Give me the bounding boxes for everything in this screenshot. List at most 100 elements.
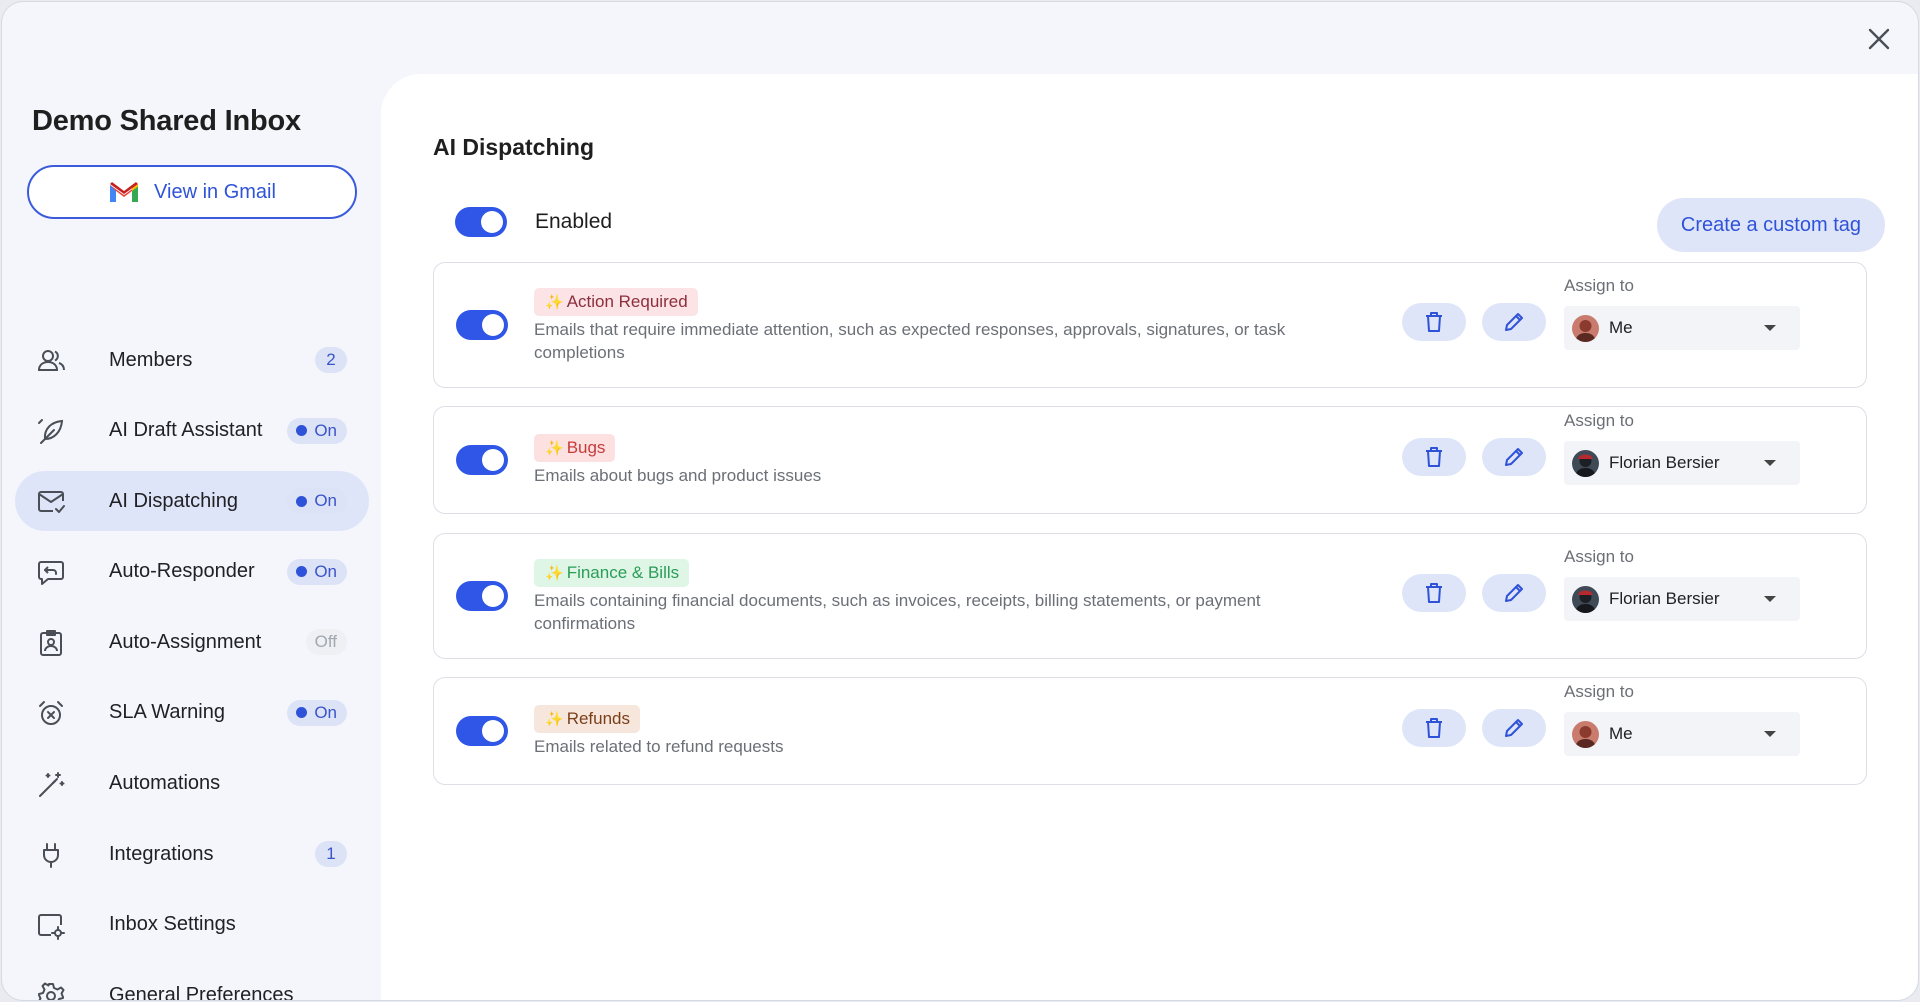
sidebar-item-sla-warning[interactable]: SLA Warning On [15,683,369,743]
edit-rule-button[interactable] [1482,438,1546,476]
assignee-dropdown[interactable]: Me [1564,712,1800,756]
sidebar-item-general-preferences[interactable]: General Preferences [15,965,369,1001]
assign-to-label: Assign to [1564,682,1634,701]
rule-toggle[interactable] [456,716,508,746]
status-badge: On [287,417,347,444]
sidebar-item-auto-responder[interactable]: Auto-Responder On [15,542,369,602]
assign-to-label: Assign to [1564,547,1634,566]
sidebar-item-label: Auto-Responder [109,560,255,583]
delete-rule-button[interactable] [1402,709,1466,747]
delete-rule-button[interactable] [1402,574,1466,612]
sidebar-item-integrations[interactable]: Integrations 1 [15,824,369,884]
chevron-down-icon [1764,460,1776,466]
sidebar-item-auto-assignment[interactable]: Auto-Assignment Off [15,612,369,672]
assignee-name: Florian Bersier [1609,589,1720,608]
create-custom-tag-button[interactable]: Create a custom tag [1656,198,1885,252]
view-in-gmail-label: View in Gmail [154,180,276,203]
tag-chip: ✨ Finance & Bills [534,559,690,587]
sidebar-item-ai-dispatching[interactable]: AI Dispatching On [15,471,369,532]
assignee-name: Florian Bersier [1609,453,1720,472]
trash-icon [1426,583,1442,603]
trash-icon [1426,447,1442,467]
view-in-gmail-button[interactable]: View in Gmail [27,165,357,219]
sidebar-item-label: Members [109,348,193,371]
enabled-label: Enabled [535,210,613,233]
magic-wand-icon [36,770,66,800]
rule-description: Emails related to refund requests [534,737,784,756]
close-icon [1868,28,1890,50]
sparkle-icon: ✨ [545,440,564,457]
page-title: AI Dispatching [433,134,595,160]
status-badge: On [287,699,347,726]
gear-icon [36,981,66,1000]
status-badge: On [287,488,347,515]
enabled-row: Enabled [455,207,612,237]
sidebar: Demo Shared Inbox View in Gmail Members … [2,2,380,1001]
sparkle-icon: ✨ [545,565,564,582]
trash-icon [1426,312,1442,332]
assign-to-label: Assign to [1564,411,1634,430]
reply-bubble-icon [36,558,66,588]
pencil-icon [1505,313,1523,331]
trash-icon [1426,718,1442,738]
mail-dispatch-icon [36,487,66,517]
close-button[interactable] [1862,22,1896,56]
pencil-icon [1505,448,1523,466]
assignee-dropdown[interactable]: Me [1564,306,1800,350]
edit-rule-button[interactable] [1482,574,1546,612]
tag-chip: ✨ Action Required [534,288,698,316]
assignee-name: Me [1609,724,1633,743]
count-badge: 2 [315,347,347,373]
sidebar-item-label: General Preferences [109,983,294,1001]
edit-rule-button[interactable] [1482,709,1546,747]
avatar [1572,315,1599,342]
plug-icon [36,840,66,870]
assignee-dropdown[interactable]: Florian Bersier [1564,441,1800,485]
count-badge: 1 [315,841,347,868]
sidebar-item-members[interactable]: Members 2 [15,330,369,390]
sparkle-icon: ✨ [545,294,564,311]
feather-pen-icon [36,417,66,447]
chevron-down-icon [1764,731,1776,737]
pencil-icon [1505,584,1523,602]
rule-toggle[interactable] [456,445,508,475]
inbox-title: Demo Shared Inbox [32,105,301,137]
settings-dialog: Demo Shared Inbox View in Gmail Members … [1,1,1919,1001]
dispatch-rule-card: ✨ Finance & Bills Emails containing fina… [433,533,1867,659]
rule-description: Emails containing financial documents, s… [534,591,1261,633]
gmail-logo-icon [110,182,139,202]
status-badge: On [287,558,347,585]
members-icon [36,346,66,376]
rule-toggle[interactable] [456,581,508,611]
inbox-settings-icon [36,911,66,941]
sidebar-nav: Members 2 AI Draft Assistant On AI Dispa… [15,330,369,1001]
main-panel: AI Dispatching Enabled Create a custom t… [381,74,1918,1000]
avatar [1572,586,1599,613]
sidebar-item-label: AI Draft Assistant [109,419,263,442]
assignment-badge-icon [36,628,66,658]
assign-to-label: Assign to [1564,276,1634,295]
tag-chip: ✨ Refunds [534,705,641,733]
rule-description: Emails about bugs and product issues [534,466,822,485]
sidebar-item-automations[interactable]: Automations [15,754,369,814]
dispatch-rule-card: ✨ Refunds Emails related to refund reque… [433,677,1867,785]
tag-chip: ✨ Bugs [534,434,616,462]
sidebar-item-label: AI Dispatching [109,489,238,512]
chevron-down-icon [1764,596,1776,602]
sidebar-item-label: SLA Warning [109,701,225,724]
sidebar-item-ai-draft-assistant[interactable]: AI Draft Assistant On [15,401,369,461]
dispatching-enabled-toggle[interactable] [455,207,507,237]
sidebar-item-label: Auto-Assignment [109,630,262,653]
edit-rule-button[interactable] [1482,303,1546,341]
sparkle-icon: ✨ [545,711,564,728]
status-badge: Off [305,629,347,656]
delete-rule-button[interactable] [1402,303,1466,341]
delete-rule-button[interactable] [1402,438,1466,476]
assignee-dropdown[interactable]: Florian Bersier [1564,577,1800,621]
dispatch-rule-card: ✨ Bugs Emails about bugs and product iss… [433,406,1867,514]
rule-toggle[interactable] [456,310,508,340]
pencil-icon [1505,719,1523,737]
sidebar-item-label: Integrations [109,842,214,865]
sidebar-item-inbox-settings[interactable]: Inbox Settings [15,895,369,955]
alarm-clock-icon [36,699,66,729]
